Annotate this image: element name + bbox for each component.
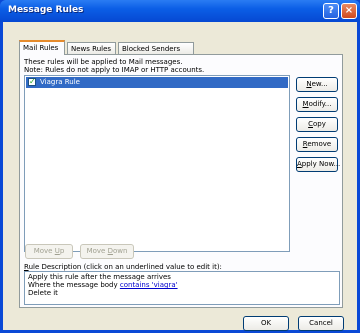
message-rules-window: Message Rules ? × Mail Rules News Rules …: [0, 0, 360, 333]
title-bar[interactable]: Message Rules ? ×: [0, 0, 360, 22]
new-label: ew...: [311, 80, 328, 88]
contains-viagra-link[interactable]: contains 'viagra': [120, 281, 178, 289]
move-down-pre: Move: [86, 247, 108, 255]
list-item[interactable]: ✓ Viagra Rule: [26, 77, 288, 88]
tab-blocked-senders[interactable]: Blocked Senders: [118, 42, 194, 54]
modify-button[interactable]: Modify...: [296, 97, 338, 112]
rule-checkbox[interactable]: ✓: [28, 78, 36, 86]
window-title: Message Rules: [8, 5, 84, 15]
cancel-button[interactable]: Cancel: [298, 316, 344, 331]
remove-button[interactable]: Remove: [296, 137, 338, 152]
rule-description-box: Apply this rule after the message arrive…: [24, 271, 340, 305]
desc-line-2-prefix: Where the message body: [28, 281, 120, 289]
desc-line-3: Delete it: [28, 289, 58, 297]
remove-label: emove: [307, 140, 332, 148]
apply-now-label: pply Now...: [301, 160, 341, 168]
tab-news-rules[interactable]: News Rules: [67, 42, 116, 54]
move-up-button[interactable]: Move Up: [25, 244, 73, 259]
help-button[interactable]: ?: [323, 3, 339, 19]
move-up-pre: Move: [33, 247, 55, 255]
info-line-1: These rules will be applied to Mail mess…: [24, 58, 183, 66]
move-up-label: p: [59, 247, 65, 255]
dialog-body: Mail Rules News Rules Blocked Senders Th…: [3, 22, 357, 331]
info-text: These rules will be applied to Mail mess…: [24, 58, 204, 74]
modify-label: odify...: [308, 100, 332, 108]
copy-label: opy: [313, 120, 326, 128]
move-down-button[interactable]: Move Down: [80, 244, 134, 259]
move-down-label: own: [112, 247, 128, 255]
apply-now-button[interactable]: Apply Now...: [296, 157, 341, 172]
new-button[interactable]: New...: [296, 77, 338, 92]
tab-mail-rules[interactable]: Mail Rules: [19, 40, 65, 55]
desc-line-1: Apply this rule after the message arrive…: [28, 273, 171, 281]
rule-description-label: Rule Description (click on an underlined…: [24, 263, 222, 271]
check-icon: ✓: [29, 77, 36, 86]
rules-list[interactable]: ✓ Viagra Rule: [24, 75, 290, 252]
ok-button[interactable]: OK: [243, 316, 289, 331]
mail-rules-panel: These rules will be applied to Mail mess…: [19, 54, 343, 308]
rule-label: Viagra Rule: [40, 78, 80, 86]
info-line-2: Note: Rules do not apply to IMAP or HTTP…: [24, 66, 205, 74]
desc-label-text: ule Description (click on an underlined …: [28, 263, 222, 271]
copy-button[interactable]: Copy: [296, 117, 338, 132]
close-button[interactable]: ×: [341, 3, 357, 19]
desc-line-2: Where the message body contains 'viagra': [28, 281, 336, 289]
